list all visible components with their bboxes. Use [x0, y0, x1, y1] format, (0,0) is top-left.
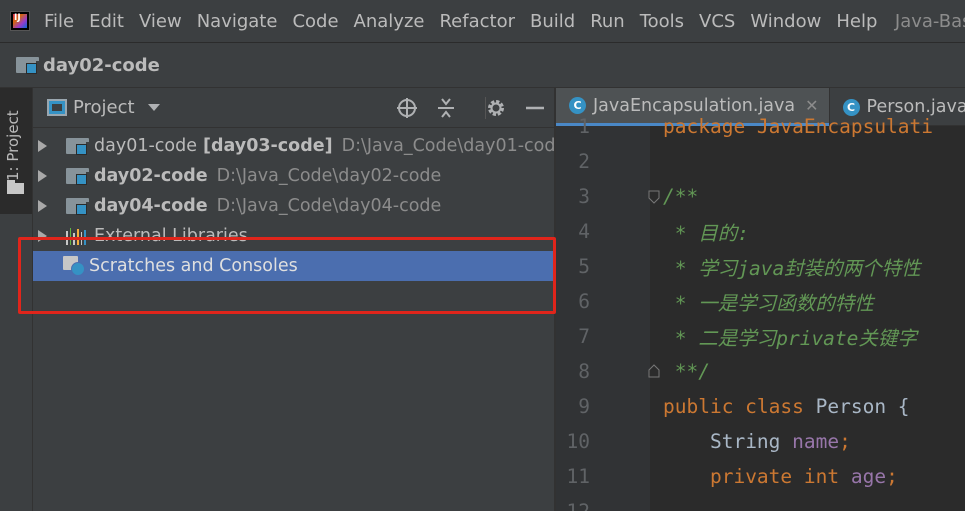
menu-tools[interactable]: Tools [632, 11, 691, 32]
code-editor: C JavaEncapsulation.java ✕ C Person.java… [556, 88, 965, 511]
menu-vcs[interactable]: VCS [692, 11, 743, 32]
line-number: 12 [556, 500, 590, 511]
code-keyword: private int [709, 465, 840, 488]
code-line[interactable]: 3 /** [556, 179, 965, 214]
tree-item-day04-code[interactable]: day04-code D:\Java_Code\day04-code [33, 191, 554, 221]
module-folder-icon [66, 198, 89, 215]
folder-icon [7, 180, 24, 194]
tree-item-path: D:\Java_Code\day04-code [216, 196, 442, 216]
intellij-logo-icon [10, 11, 30, 31]
window-title: Java-Basic- [894, 10, 965, 32]
menu-refactor[interactable]: Refactor [432, 11, 523, 32]
code-line[interactable]: 4 * 目的: [556, 214, 965, 249]
code-line[interactable]: 8 **/ [556, 354, 965, 389]
menu-navigate[interactable]: Navigate [189, 11, 285, 32]
code-line[interactable]: 11 private int age; [556, 459, 965, 494]
chevron-down-icon[interactable] [147, 104, 160, 111]
menu-build[interactable]: Build [523, 11, 583, 32]
code-text: * 二是学习private关键字 [663, 327, 917, 350]
collapse-all-icon[interactable] [435, 97, 457, 119]
code-semicolon: ; [886, 465, 898, 488]
code-text: private int age; [663, 465, 898, 488]
menu-analyze[interactable]: Analyze [346, 11, 432, 32]
code-field: name [792, 430, 840, 453]
module-folder-icon [66, 168, 89, 185]
line-number: 3 [578, 185, 590, 208]
code-line[interactable]: 1 package JavaEncapsulati [556, 109, 965, 144]
line-number: 4 [578, 220, 590, 243]
code-line[interactable]: 2 [556, 144, 965, 179]
project-tool-tab-label: 1: Project [4, 110, 22, 181]
project-panel-header: Project [33, 88, 554, 128]
tree-item-path: D:\Java_Code\day02-code [216, 166, 442, 186]
code-text: * 一是学习函数的特性 [663, 292, 874, 315]
tree-item-day02-code[interactable]: day02-code D:\Java_Code\day02-code [33, 161, 554, 191]
line-number: 6 [578, 290, 590, 313]
tree-item-label: day01-code [94, 136, 197, 156]
menu-code[interactable]: Code [285, 11, 346, 32]
code-text: /** [663, 185, 699, 208]
line-number: 10 [566, 430, 590, 453]
code-text: **/ [663, 360, 710, 383]
menu-edit[interactable]: Edit [82, 11, 132, 32]
code-text: String name; [663, 430, 851, 453]
code-plain: Person { [803, 395, 910, 418]
project-view-selector[interactable]: Project [73, 97, 135, 118]
code-line[interactable]: 7 * 二是学习private关键字 [556, 319, 965, 354]
chevron-right-icon[interactable] [38, 140, 47, 152]
line-number: 2 [578, 150, 590, 173]
project-view-icon [47, 99, 67, 116]
code-text: * 目的: [663, 222, 749, 245]
code-line[interactable]: 12 [556, 494, 965, 511]
code-text: public class Person { [663, 395, 910, 418]
line-number: 11 [566, 465, 590, 488]
code-type: String [709, 430, 781, 453]
code-line[interactable]: 9 public class Person { [556, 389, 965, 424]
chevron-right-icon[interactable] [38, 170, 47, 182]
tree-item-label: day04-code [94, 196, 208, 216]
tree-item-label: day02-code [94, 166, 208, 186]
chevron-right-icon[interactable] [38, 200, 47, 212]
tree-item-path: D:\Java_Code\day01-code [341, 136, 556, 156]
menu-bar: File Edit View Navigate Code Analyze Ref… [0, 0, 965, 42]
tree-item-day01-code[interactable]: day01-code [day03-code] D:\Java_Code\day… [33, 131, 556, 161]
code-text: * 学习java封装的两个特性 [663, 257, 921, 280]
minimize-icon[interactable] [524, 97, 546, 119]
navigation-bar: day02-code [0, 42, 965, 88]
locate-crosshair-icon[interactable] [396, 97, 418, 119]
line-number: 7 [578, 325, 590, 348]
module-folder-icon [66, 138, 89, 155]
menu-view[interactable]: View [131, 11, 189, 32]
red-highlight-annotation [18, 237, 556, 314]
menu-help[interactable]: Help [829, 11, 885, 32]
code-field: age [850, 465, 887, 488]
fold-marker-icon[interactable] [647, 364, 661, 378]
code-keyword: public class [663, 395, 804, 418]
line-number: 1 [578, 115, 590, 138]
gear-icon[interactable] [485, 97, 507, 119]
code-line[interactable]: 6 * 一是学习函数的特性 [556, 284, 965, 319]
breadcrumb-module[interactable]: day02-code [43, 55, 160, 76]
module-folder-icon [16, 57, 39, 74]
menu-window[interactable]: Window [743, 11, 829, 32]
menu-file[interactable]: File [38, 11, 82, 32]
code-line[interactable]: 5 * 学习java封装的两个特性 [556, 249, 965, 284]
line-number: 5 [578, 255, 590, 278]
tree-item-module-alias: [day03-code] [202, 136, 333, 156]
code-line[interactable]: 10 String name; [556, 424, 965, 459]
fold-marker-icon[interactable] [647, 190, 661, 204]
line-number: 9 [578, 395, 590, 418]
code-text: package JavaEncapsulati [663, 115, 934, 138]
code-semicolon: ; [839, 430, 851, 453]
menu-run[interactable]: Run [583, 11, 633, 32]
project-tool-tab[interactable]: 1: Project [0, 88, 32, 214]
line-number: 8 [578, 360, 590, 383]
